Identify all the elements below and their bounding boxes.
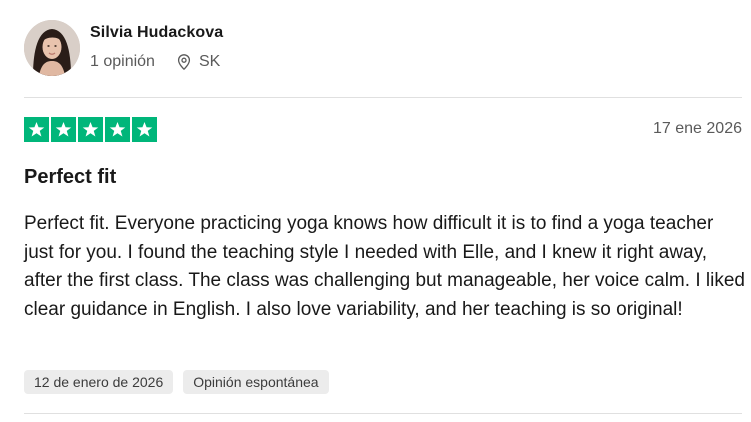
country-code: SK bbox=[198, 52, 221, 70]
review-count: 1 opinión bbox=[90, 52, 155, 70]
review-title[interactable]: Perfect fit bbox=[24, 164, 116, 190]
star-icon bbox=[105, 117, 130, 142]
reviewer-name[interactable]: Silvia Hudackova bbox=[90, 23, 223, 43]
star-icon bbox=[132, 117, 157, 142]
reviewer-meta: 1 opinión SK bbox=[90, 52, 223, 72]
review-body: Perfect fit. Everyone practicing yoga kn… bbox=[24, 213, 745, 320]
divider bbox=[24, 413, 742, 414]
reviewer-header: Silvia Hudackova 1 opinión SK bbox=[24, 20, 223, 76]
avatar-image bbox=[24, 20, 80, 76]
experience-date-tag: 12 de enero de 2026 bbox=[24, 370, 174, 394]
review-date: 17 ene 2026 bbox=[653, 120, 742, 137]
review-type-tag[interactable]: Opinión espontánea bbox=[183, 370, 329, 394]
reviewer-location: SK bbox=[175, 52, 220, 72]
star-icon bbox=[78, 117, 103, 142]
star-icon bbox=[51, 117, 76, 142]
divider bbox=[24, 97, 742, 98]
star-rating bbox=[24, 117, 157, 142]
star-icon bbox=[24, 117, 49, 142]
avatar[interactable] bbox=[24, 20, 80, 76]
review-tags: 12 de enero de 2026 Opinión espontánea bbox=[24, 370, 329, 394]
review-card: Silvia Hudackova 1 opinión SK 17 ene 202… bbox=[0, 0, 751, 422]
map-pin-icon bbox=[175, 53, 193, 71]
